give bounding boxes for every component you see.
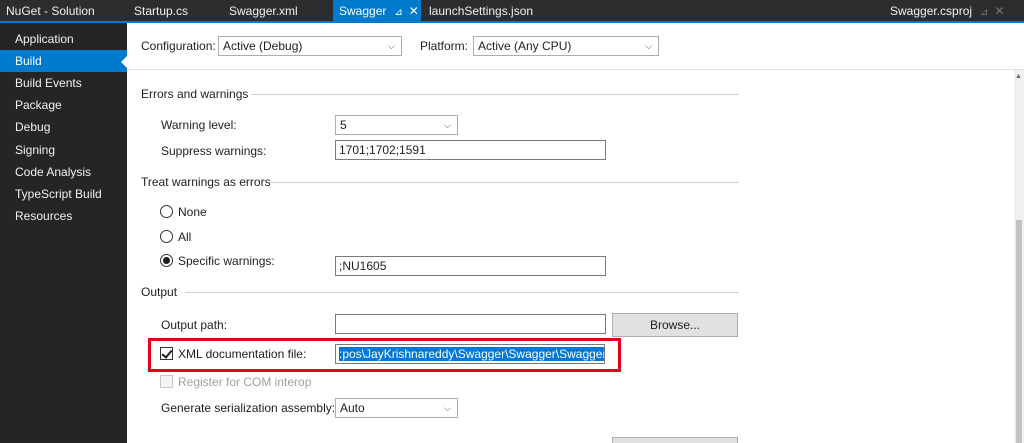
pin-icon[interactable]: ⊿ [980,7,988,18]
scroll-thumb[interactable] [1016,220,1022,443]
section-divider [185,292,739,293]
sidebar-item-debug[interactable]: Debug [0,116,127,138]
tab-startup-cs[interactable]: Startup.cs [134,0,188,23]
xml-documentation-input[interactable]: :pos\JayKrishnareddy\Swagger\Swagger\Swa… [335,344,605,364]
radio-none-label: None [178,205,207,219]
warning-level-select[interactable]: 5 ⌵ [335,115,458,135]
sidebar-item-label: TypeScript Build [15,187,102,201]
tab-label: Swagger.csproj [890,4,973,18]
tab-nuget-solution[interactable]: NuGet - Solution [6,0,95,23]
com-interop-checkbox [160,375,173,388]
build-properties-page: Configuration: Active (Debug) ⌵ Platform… [127,23,1024,443]
xml-documentation-checkbox[interactable] [160,347,173,360]
browse-button-label: Browse... [649,318,700,332]
sidebar-item-signing[interactable]: Signing [0,139,127,161]
tab-swagger[interactable]: Swagger ⊿ ✕ [333,0,421,23]
sidebar-item-label: Application [15,32,74,46]
chevron-down-icon: ⌵ [444,120,451,130]
configuration-bar: Configuration: Active (Debug) ⌵ Platform… [127,23,1024,70]
com-interop-label: Register for COM interop [178,375,312,389]
radio-specific-warnings[interactable] [160,254,173,267]
radio-all-label: All [178,230,192,244]
platform-select[interactable]: Active (Any CPU) ⌵ [473,36,659,56]
sidebar-item-label: Package [15,98,62,112]
output-path-input[interactable] [335,314,606,334]
sidebar-item-application[interactable]: Application [0,28,127,50]
specific-warnings-input[interactable]: ;NU1605 [335,256,606,276]
treat-warnings-section-title: Treat warnings as errors [141,175,271,189]
vertical-scrollbar[interactable]: ▲ [1014,70,1024,443]
tab-label: Swagger.xml [229,4,298,18]
tab-launch-settings[interactable]: launchSettings.json [429,0,533,23]
serialization-select[interactable]: Auto ⌵ [335,398,458,418]
sidebar-item-package[interactable]: Package [0,94,127,116]
section-divider [251,94,739,95]
tab-swagger-csproj[interactable]: Swagger.csproj ⊿ ✕ [890,0,1005,23]
sidebar-item-build-events[interactable]: Build Events [0,72,127,94]
xml-documentation-value: :pos\JayKrishnareddy\Swagger\Swagger\Swa… [339,347,604,361]
errors-section-title: Errors and warnings [141,87,249,101]
browse-button[interactable]: Browse... [612,313,738,337]
xml-documentation-label: XML documentation file: [178,347,307,361]
tab-label: Swagger [339,4,387,18]
sidebar-item-label: Build [15,54,42,68]
suppress-warnings-label: Suppress warnings: [161,144,267,158]
tab-label: Startup.cs [134,4,189,18]
sidebar-item-build[interactable]: Build [0,50,127,72]
warning-level-label: Warning level: [161,118,237,132]
property-pages-nav: Application Build Build Events Package D… [0,23,127,443]
sidebar-item-label: Code Analysis [15,165,92,179]
suppress-warnings-input[interactable]: 1701;1702;1591 [335,140,606,160]
pin-icon[interactable]: ⊿ [394,7,402,18]
platform-label: Platform: [420,39,469,53]
sidebar-item-code-analysis[interactable]: Code Analysis [0,161,127,183]
chevron-down-icon: ⌵ [645,41,652,51]
sidebar-item-label: Build Events [15,76,82,90]
radio-specific-label: Specific warnings: [178,254,275,268]
tab-label: NuGet - Solution [6,4,95,18]
warning-level-value: 5 [340,118,347,132]
platform-value: Active (Any CPU) [478,39,572,53]
document-tab-bar: NuGet - Solution Startup.cs Swagger.xml … [0,0,1024,23]
specific-warnings-value: ;NU1605 [339,259,387,273]
chevron-down-icon: ⌵ [388,41,395,51]
close-icon[interactable]: ✕ [409,4,419,18]
serialization-label: Generate serialization assembly: [161,401,336,415]
sidebar-item-label: Resources [15,209,73,223]
partial-button[interactable] [612,437,738,443]
sidebar-item-typescript-build[interactable]: TypeScript Build [0,183,127,205]
configuration-select[interactable]: Active (Debug) ⌵ [218,36,402,56]
tab-label: launchSettings.json [429,4,534,18]
output-path-label: Output path: [161,318,228,332]
radio-none[interactable] [160,205,173,218]
chevron-down-icon: ⌵ [444,403,451,413]
close-icon[interactable]: ✕ [994,4,1004,18]
scroll-up-icon[interactable]: ▲ [1015,73,1022,80]
tab-swagger-xml[interactable]: Swagger.xml [229,0,298,23]
configuration-value: Active (Debug) [223,39,303,53]
sidebar-item-label: Signing [15,143,56,157]
suppress-warnings-value: 1701;1702;1591 [339,143,426,157]
output-section-title: Output [141,285,178,299]
section-divider [269,182,739,183]
configuration-label: Configuration: [141,39,216,53]
sidebar-item-resources[interactable]: Resources [0,205,127,227]
serialization-value: Auto [340,401,365,415]
radio-all[interactable] [160,230,173,243]
sidebar-item-label: Debug [15,120,51,134]
